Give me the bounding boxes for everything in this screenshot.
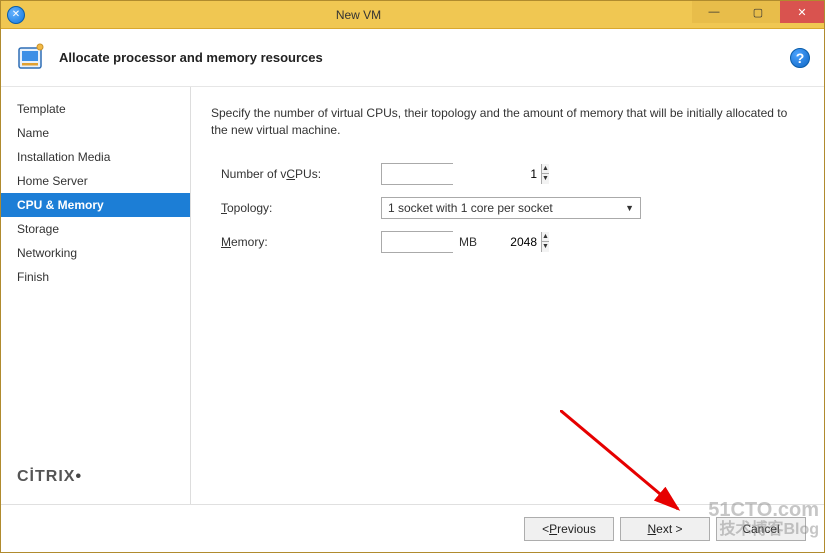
step-finish[interactable]: Finish: [1, 265, 190, 289]
topology-dropdown[interactable]: 1 socket with 1 core per socket ▼: [381, 197, 641, 219]
next-button[interactable]: Next >: [620, 517, 710, 541]
window-title: New VM: [25, 8, 692, 22]
previous-button[interactable]: < Previous: [524, 517, 614, 541]
row-vcpus: Number of vCPUs: ▲ ▼: [211, 163, 804, 185]
step-name[interactable]: Name: [1, 121, 190, 145]
vcpus-input[interactable]: [382, 164, 541, 184]
vcpus-spinner[interactable]: ▲ ▼: [381, 163, 453, 185]
label-memory: Memory:: [221, 235, 381, 249]
step-networking[interactable]: Networking: [1, 241, 190, 265]
page-title: Allocate processor and memory resources: [59, 50, 778, 65]
step-home-server[interactable]: Home Server: [1, 169, 190, 193]
help-icon[interactable]: ?: [790, 48, 810, 68]
vcpus-down-icon[interactable]: ▼: [542, 174, 549, 184]
titlebar: ✕ New VM — ▢ ✕: [1, 1, 824, 29]
minimize-button[interactable]: —: [692, 1, 736, 23]
page-description: Specify the number of virtual CPUs, thei…: [211, 105, 804, 139]
label-topology: Topology:: [221, 201, 381, 215]
memory-unit: MB: [459, 235, 477, 249]
wizard-footer: < Previous Next > Cancel: [1, 504, 824, 552]
wizard-icon: [15, 42, 47, 74]
topology-selected: 1 socket with 1 core per socket: [388, 201, 553, 215]
memory-spinner[interactable]: ▲ ▼: [381, 231, 453, 253]
step-storage[interactable]: Storage: [1, 217, 190, 241]
step-installation-media[interactable]: Installation Media: [1, 145, 190, 169]
chevron-down-icon: ▼: [625, 203, 634, 213]
row-memory: Memory: ▲ ▼ MB: [211, 231, 804, 253]
brand-logo: CİTRIX•: [1, 468, 190, 504]
memory-up-icon[interactable]: ▲: [542, 232, 549, 243]
wizard-content: Specify the number of virtual CPUs, thei…: [191, 87, 824, 504]
label-vcpus: Number of vCPUs:: [221, 167, 381, 181]
step-cpu-memory[interactable]: CPU & Memory: [1, 193, 190, 217]
wizard-sidebar: Template Name Installation Media Home Se…: [1, 87, 191, 504]
row-topology: Topology: 1 socket with 1 core per socke…: [211, 197, 804, 219]
memory-down-icon[interactable]: ▼: [542, 242, 549, 252]
maximize-button[interactable]: ▢: [736, 1, 780, 23]
close-button[interactable]: ✕: [780, 1, 824, 23]
cancel-button[interactable]: Cancel: [716, 517, 806, 541]
system-icon[interactable]: ✕: [7, 6, 25, 24]
step-template[interactable]: Template: [1, 97, 190, 121]
step-list: Template Name Installation Media Home Se…: [1, 97, 190, 468]
vcpus-up-icon[interactable]: ▲: [542, 164, 549, 175]
wizard-header: Allocate processor and memory resources …: [1, 29, 824, 87]
